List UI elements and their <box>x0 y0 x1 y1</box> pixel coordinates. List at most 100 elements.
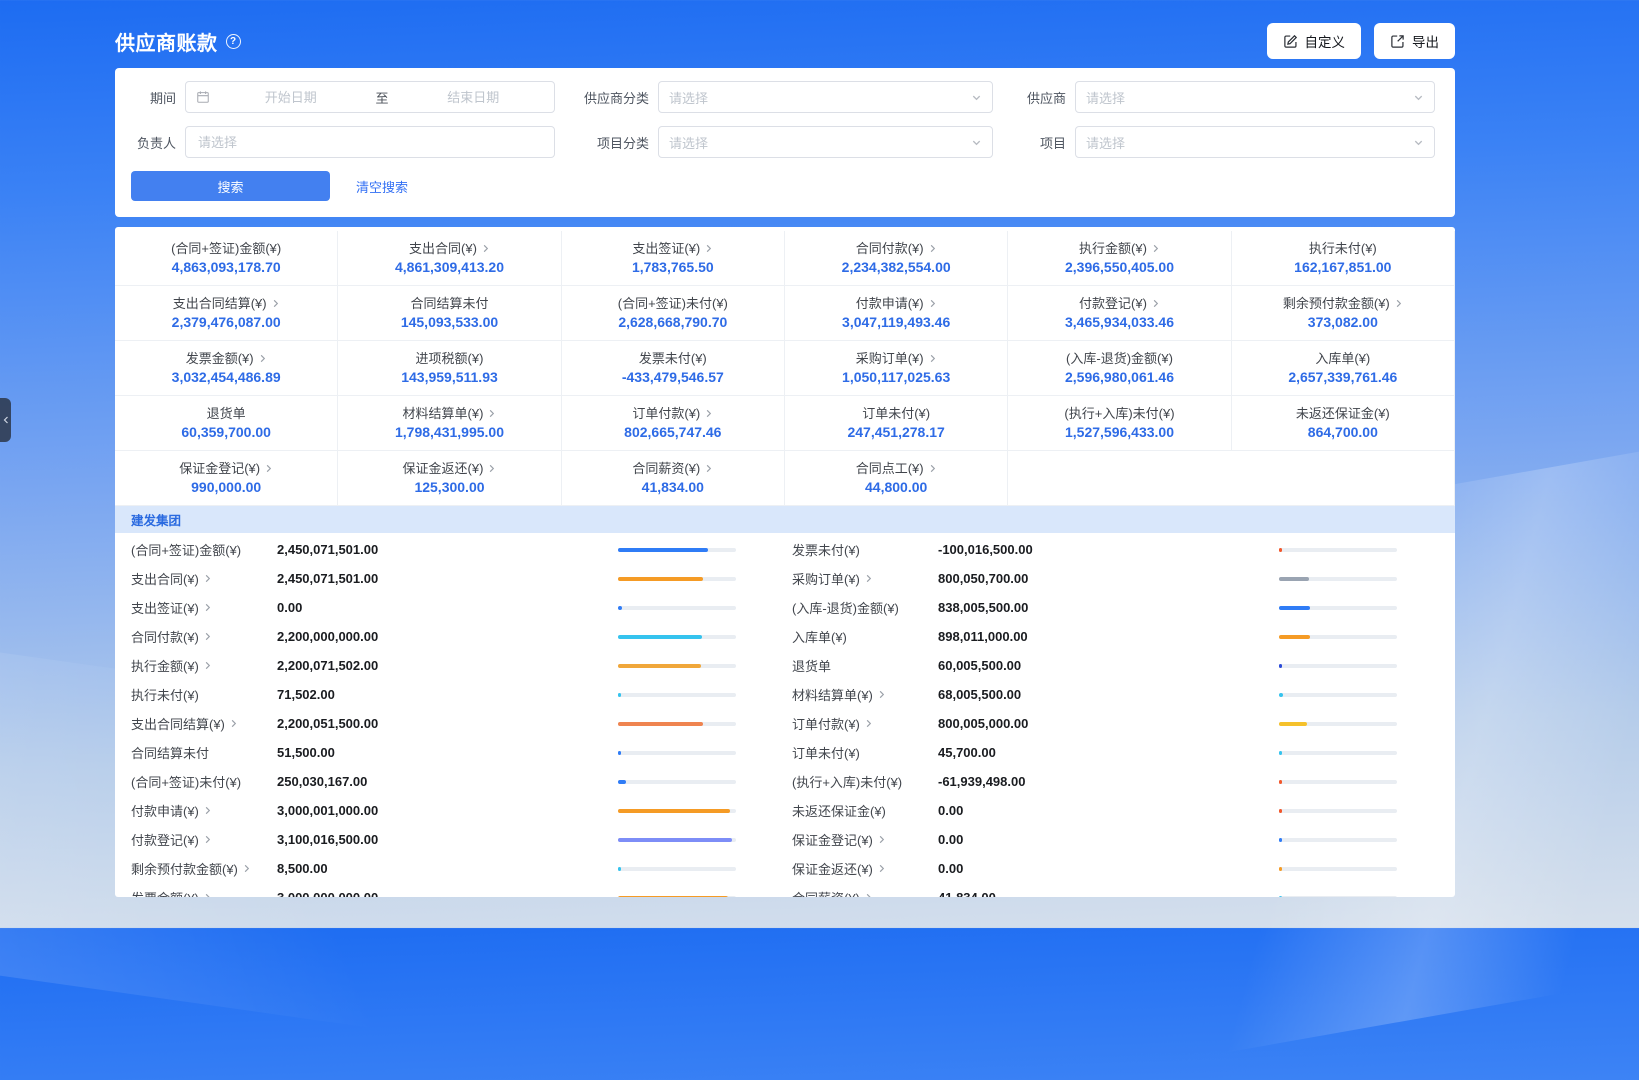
search-button[interactable]: 搜索 <box>131 171 330 201</box>
stat-cell[interactable]: 支出合同(¥) 4,861,309,413.20 <box>338 231 561 286</box>
metric-bar-fill <box>1279 635 1310 639</box>
metric-label: 保证金返还(¥) <box>792 859 938 878</box>
metric-bar-fill <box>618 751 621 755</box>
chevron-right-icon <box>704 464 713 473</box>
stat-label: 支出合同(¥) <box>409 242 490 255</box>
side-drawer-handle[interactable] <box>0 398 11 442</box>
filter-row-1: 期间 至 供应商分类 请选择 供应商 请选择 <box>131 81 1439 113</box>
metric-row[interactable]: 支出合同(¥) 2,450,071,501.00 <box>131 564 736 593</box>
metric-row: (入库-退货)金额(¥) 838,005,500.00 <box>792 593 1397 622</box>
chevron-down-icon <box>1413 137 1424 148</box>
metric-value: 3,000,001,000.00 <box>277 803 618 818</box>
chevron-right-icon <box>864 574 873 583</box>
metric-label-text: 支出签证(¥) <box>131 598 199 617</box>
stat-cell[interactable]: 执行金额(¥) 2,396,550,405.00 <box>1008 231 1231 286</box>
owner-input[interactable] <box>196 134 544 151</box>
stat-cell[interactable]: 材料结算单(¥) 1,798,431,995.00 <box>338 396 561 451</box>
stat-label-text: 支出签证(¥) <box>632 242 700 255</box>
stat-cell[interactable]: 合同付款(¥) 2,234,382,554.00 <box>785 231 1008 286</box>
stat-value: -433,479,546.57 <box>622 370 724 384</box>
stat-value: 1,798,431,995.00 <box>395 425 504 439</box>
metric-bar-track <box>1279 722 1397 726</box>
project-category-select[interactable]: 请选择 <box>658 126 993 158</box>
stat-cell[interactable]: 剩余预付款金额(¥) 373,082.00 <box>1232 286 1455 341</box>
supplier-category-select[interactable]: 请选择 <box>658 81 993 113</box>
stat-value: 247,451,278.17 <box>847 425 944 439</box>
stat-value: 1,050,117,025.63 <box>842 370 950 384</box>
metric-row[interactable]: 材料结算单(¥) 68,005,500.00 <box>792 680 1397 709</box>
metric-bar-track <box>1279 635 1397 639</box>
stat-cell: 进项税额(¥) 143,959,511.93 <box>338 341 561 396</box>
metric-bar-track <box>618 664 736 668</box>
chevron-right-icon <box>203 806 212 815</box>
help-icon[interactable]: ? <box>226 34 241 49</box>
metric-bar-track <box>618 635 736 639</box>
project-select[interactable]: 请选择 <box>1075 126 1435 158</box>
metric-row[interactable]: 执行金额(¥) 2,200,071,502.00 <box>131 651 736 680</box>
stat-cell[interactable]: 合同薪资(¥) 41,834.00 <box>562 451 785 506</box>
start-date-input[interactable] <box>210 89 372 106</box>
metric-row[interactable]: 付款登记(¥) 3,100,016,500.00 <box>131 825 736 854</box>
chevron-right-icon <box>203 603 212 612</box>
metric-row[interactable]: 支出合同结算(¥) 2,200,051,500.00 <box>131 709 736 738</box>
stat-cell[interactable]: 保证金返还(¥) 125,300.00 <box>338 451 561 506</box>
metric-row[interactable]: 订单付款(¥) 800,005,000.00 <box>792 709 1397 738</box>
metric-bar-track <box>1279 606 1397 610</box>
stat-cell[interactable]: 保证金登记(¥) 990,000.00 <box>115 451 338 506</box>
stat-cell[interactable]: 付款申请(¥) 3,047,119,493.46 <box>785 286 1008 341</box>
metric-value: 60,005,500.00 <box>938 658 1279 673</box>
stat-label: 执行未付(¥) <box>1309 242 1377 255</box>
metric-label: 付款申请(¥) <box>131 801 277 820</box>
metric-value: 51,500.00 <box>277 745 618 760</box>
stat-cell[interactable]: 付款登记(¥) 3,465,934,033.46 <box>1008 286 1231 341</box>
chevron-right-icon <box>1394 299 1403 308</box>
owner-picker[interactable] <box>185 126 555 158</box>
stat-label: 订单付款(¥) <box>632 407 713 420</box>
stat-cell: 入库单(¥) 2,657,339,761.46 <box>1232 341 1455 396</box>
supplier-select[interactable]: 请选择 <box>1075 81 1435 113</box>
metric-label-text: (合同+签证)金额(¥) <box>131 540 241 559</box>
metric-row[interactable]: 采购订单(¥) 800,050,700.00 <box>792 564 1397 593</box>
stat-value: 162,167,851.00 <box>1294 260 1391 274</box>
end-date-input[interactable] <box>393 89 555 106</box>
customize-button[interactable]: 自定义 <box>1267 23 1362 59</box>
stat-cell[interactable]: 支出合同结算(¥) 2,379,476,087.00 <box>115 286 338 341</box>
metric-label-text: 付款登记(¥) <box>131 830 199 849</box>
stat-label: 剩余预付款金额(¥) <box>1283 297 1403 310</box>
stat-value: 3,047,119,493.46 <box>842 315 950 329</box>
metric-row[interactable]: 合同薪资(¥) 41,834.00 <box>792 883 1397 897</box>
metric-label: (合同+签证)未付(¥) <box>131 772 277 791</box>
chevron-right-icon <box>203 632 212 641</box>
clear-search-link[interactable]: 清空搜索 <box>356 177 408 196</box>
stat-label-text: 保证金返还(¥) <box>403 462 484 475</box>
export-button[interactable]: 导出 <box>1374 23 1455 59</box>
metric-row[interactable]: 保证金返还(¥) 0.00 <box>792 854 1397 883</box>
stat-cell[interactable]: 订单付款(¥) 802,665,747.46 <box>562 396 785 451</box>
metric-row[interactable]: 支出签证(¥) 0.00 <box>131 593 736 622</box>
metric-bar-fill <box>618 867 621 871</box>
metric-row[interactable]: 付款申请(¥) 3,000,001,000.00 <box>131 796 736 825</box>
metric-bar-fill <box>618 664 701 668</box>
stat-cell[interactable]: 发票金额(¥) 3,032,454,486.89 <box>115 341 338 396</box>
metric-row[interactable]: 发票金额(¥) 3,000,000,000.00 <box>131 883 736 897</box>
metric-value: 68,005,500.00 <box>938 687 1279 702</box>
metric-row[interactable]: 保证金登记(¥) 0.00 <box>792 825 1397 854</box>
supplier-category-label: 供应商分类 <box>555 88 658 107</box>
group-name[interactable]: 建发集团 <box>131 510 181 529</box>
metric-value: 0.00 <box>938 803 1279 818</box>
export-button-label: 导出 <box>1412 31 1439 51</box>
stat-value: 44,800.00 <box>865 480 927 494</box>
metric-value: 250,030,167.00 <box>277 774 618 789</box>
stat-cell[interactable]: 采购订单(¥) 1,050,117,025.63 <box>785 341 1008 396</box>
stat-cell[interactable]: 合同点工(¥) 44,800.00 <box>785 451 1008 506</box>
stat-label: (合同+签证)未付(¥) <box>618 297 728 310</box>
date-range-picker[interactable]: 至 <box>185 81 555 113</box>
metric-row[interactable]: 合同付款(¥) 2,200,000,000.00 <box>131 622 736 651</box>
metric-label-text: 订单付款(¥) <box>792 714 860 733</box>
chevron-right-icon <box>271 299 280 308</box>
metric-row[interactable]: 剩余预付款金额(¥) 8,500.00 <box>131 854 736 883</box>
export-icon <box>1390 34 1405 49</box>
chevron-right-icon <box>229 719 238 728</box>
stat-cell[interactable]: 支出签证(¥) 1,783,765.50 <box>562 231 785 286</box>
stat-label: 材料结算单(¥) <box>403 407 497 420</box>
